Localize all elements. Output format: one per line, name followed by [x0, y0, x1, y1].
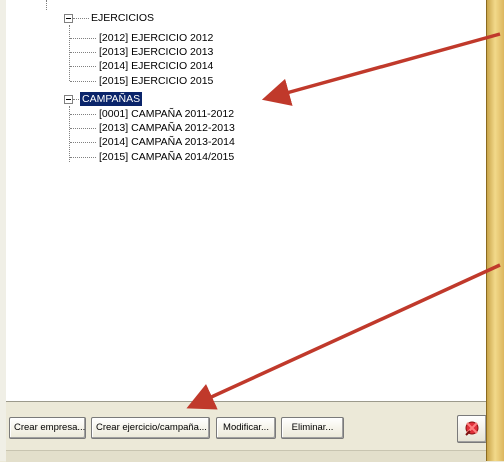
tree-leaf-ejercicio[interactable]: [2012] EJERCICIO 2012	[99, 31, 213, 45]
tree-line	[70, 114, 96, 115]
tree-line	[70, 157, 96, 158]
tree-leaf-ejercicio[interactable]: [2015] EJERCICIO 2015	[99, 74, 213, 88]
tree-line	[70, 52, 96, 53]
tree-panel[interactable]: EJERCICIOS [2012] EJERCICIO 2012 [2013] …	[6, 0, 487, 402]
tree-leaf-campana[interactable]: [2015] CAMPAÑA 2014/2015	[99, 150, 234, 164]
tree-line	[73, 18, 89, 19]
red-pin-close-icon	[465, 421, 479, 436]
tree-line	[70, 128, 96, 129]
collapse-icon[interactable]	[64, 95, 73, 104]
tree-leaf-campana[interactable]: [0001] CAMPAÑA 2011-2012	[99, 107, 234, 121]
tree-line	[70, 38, 96, 39]
tree-leaf-ejercicio[interactable]: [2014] EJERCICIO 2014	[99, 59, 213, 73]
crear-ejercicio-campana-button[interactable]: Crear ejercicio/campaña...	[91, 417, 210, 439]
tree-line	[70, 81, 96, 82]
window-frame: EJERCICIOS [2012] EJERCICIO 2012 [2013] …	[0, 0, 504, 462]
tree-line	[70, 66, 96, 67]
tree-leaf-campana[interactable]: [2014] CAMPAÑA 2013-2014	[99, 135, 235, 149]
window-edge	[486, 0, 504, 461]
modificar-button[interactable]: Modificar...	[216, 417, 276, 439]
crear-empresa-button[interactable]: Crear empresa...	[9, 417, 86, 439]
tree-leaf-ejercicio[interactable]: [2013] EJERCICIO 2013	[99, 45, 213, 59]
tree-line	[46, 0, 47, 10]
tree-leaf-campana[interactable]: [2013] CAMPAÑA 2012-2013	[99, 121, 235, 135]
status-strip	[6, 450, 486, 462]
tree-line	[70, 142, 96, 143]
collapse-icon[interactable]	[64, 14, 73, 23]
tree-view[interactable]: EJERCICIOS [2012] EJERCICIO 2012 [2013] …	[6, 0, 486, 401]
tree-node-campanas[interactable]: CAMPAÑAS	[80, 92, 143, 106]
eliminar-button[interactable]: Eliminar...	[281, 417, 344, 439]
close-button[interactable]	[457, 415, 487, 443]
tree-line	[69, 25, 70, 81]
tree-node-ejercicios[interactable]: EJERCICIOS	[91, 11, 154, 25]
